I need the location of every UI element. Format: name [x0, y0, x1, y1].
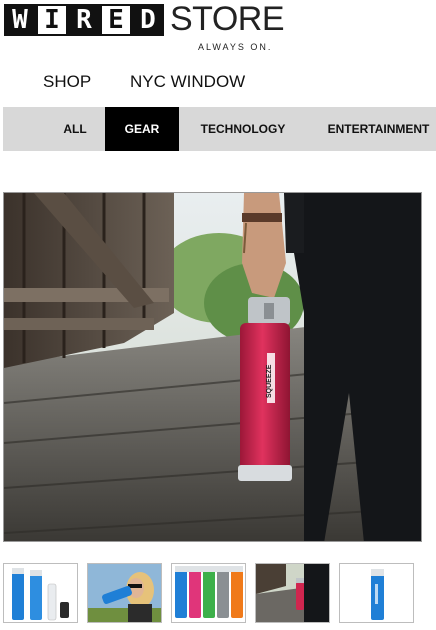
thumbnail-blue-bottle-set[interactable]	[3, 563, 78, 623]
wired-wordmark: W I R E D	[4, 4, 164, 36]
logo-letter: E	[100, 4, 132, 36]
thumbnail-image	[88, 564, 161, 622]
logo-letter: D	[132, 4, 164, 36]
logo-letter: I	[36, 4, 68, 36]
nav-shop-link[interactable]: SHOP	[43, 72, 91, 92]
logo-letter: R	[68, 4, 100, 36]
thumbnail-image	[12, 568, 69, 621]
top-navigation: SHOP NYC WINDOW	[0, 72, 436, 94]
hero-photo: SQUEEZE	[4, 193, 421, 541]
category-entertainment-tab[interactable]: ENTERTAINMENT	[321, 107, 436, 151]
store-word: STORE	[170, 0, 285, 38]
thumbnail-blue-bottle-single[interactable]	[339, 563, 414, 623]
nav-nyc-window-link[interactable]: NYC WINDOW	[130, 72, 245, 92]
thumbnail-color-lineup[interactable]	[171, 563, 246, 623]
thumbnail-image	[256, 564, 329, 622]
category-gear-tab[interactable]: GEAR	[105, 107, 179, 151]
category-all-tab[interactable]: ALL	[60, 107, 90, 151]
logo-letter: W	[4, 4, 36, 36]
thumbnail-image	[175, 566, 243, 618]
bottle-brand-text: SQUEEZE	[266, 364, 273, 398]
tagline: ALWAYS ON.	[198, 42, 273, 52]
product-hero-image[interactable]: SQUEEZE	[3, 192, 422, 542]
thumbnail-pink-bottle-lifestyle[interactable]	[255, 563, 330, 623]
category-technology-tab[interactable]: TECHNOLOGY	[193, 107, 293, 151]
thumbnail-image	[371, 569, 384, 620]
category-bar: ALL GEAR TECHNOLOGY ENTERTAINMENT	[3, 107, 436, 151]
wired-store-logo[interactable]: W I R E D STORE	[4, 0, 285, 40]
thumbnail-woman-drinking[interactable]	[87, 563, 162, 623]
thumbnail-strip	[3, 563, 436, 623]
